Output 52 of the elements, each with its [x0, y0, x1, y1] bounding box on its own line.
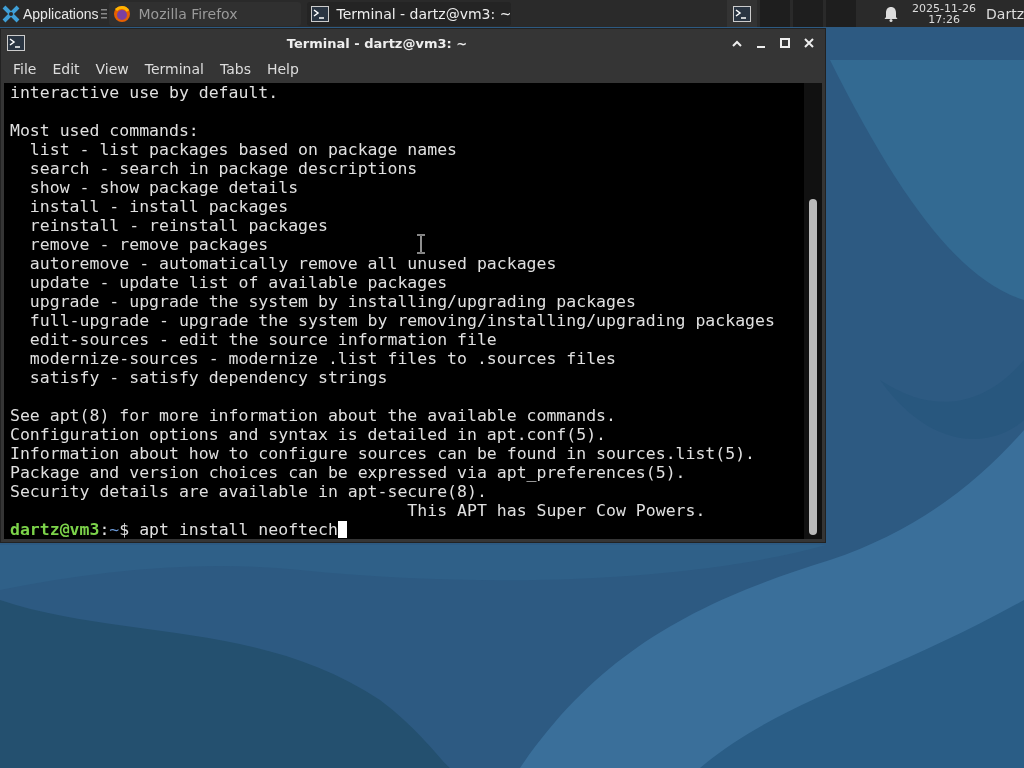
- scrollbar[interactable]: [804, 83, 822, 539]
- terminal-line: remove - remove packages: [28, 235, 269, 254]
- terminal-line: modernize-sources - modernize .list files to .sources files: [28, 349, 616, 368]
- close-icon[interactable]: [803, 37, 815, 49]
- terminal-icon: [310, 5, 329, 22]
- terminal-line: Most used commands:: [10, 121, 199, 140]
- terminal-icon: [7, 35, 25, 51]
- terminal-line: Security details are available in apt-secure(8).: [10, 482, 487, 501]
- taskbar-button[interactable]: Mozilla Firefox: [108, 1, 301, 26]
- menu-item[interactable]: Terminal: [136, 61, 212, 77]
- prompt-path: ~: [109, 520, 120, 539]
- terminal-icon: [733, 5, 752, 22]
- text-cursor-icon: [416, 234, 426, 254]
- terminal-line: edit-sources - edit the source information file: [28, 330, 497, 349]
- terminal-line: search - search in package descriptions: [28, 159, 418, 178]
- clock-time: 17:26: [928, 13, 960, 25]
- user-name[interactable]: Dartz: [986, 5, 1024, 22]
- terminal-line: Configuration options and syntax is detailed in apt.conf(5).: [10, 425, 607, 444]
- taskbar-button[interactable]: Terminal - dartz@vm3: ~: [306, 1, 511, 26]
- block-cursor: [337, 521, 347, 538]
- prompt-separator: :: [99, 520, 110, 539]
- command-text: apt install neoftech: [139, 520, 338, 539]
- scrollbar-thumb[interactable]: [809, 199, 817, 535]
- terminal-line: Information about how to configure sources can be found in sources.list(5).: [10, 444, 756, 463]
- browser-icon: [112, 4, 131, 23]
- maximize-icon[interactable]: [779, 37, 791, 49]
- applications-menu[interactable]: Applications: [0, 0, 101, 27]
- workspace-button[interactable]: [727, 0, 758, 27]
- menu-item[interactable]: Help: [258, 61, 307, 77]
- terminal-line: This APT has Super Cow Powers.: [406, 501, 706, 520]
- terminal-line: full-upgrade - upgrade the system by removing/installing/upgrading packages: [28, 311, 775, 330]
- terminal-line: show - show package details: [28, 178, 299, 197]
- menu-item[interactable]: Tabs: [211, 61, 259, 77]
- terminal-line: satisfy - satisfy dependency strings: [28, 368, 388, 387]
- terminal-line: upgrade - upgrade the system by installing/upgrading packages: [28, 292, 636, 311]
- menu-item[interactable]: View: [87, 61, 137, 77]
- terminal-line: Package and version choices can be expressed via apt_preferences(5).: [10, 463, 686, 482]
- terminal-line: update - update list of available packages: [28, 273, 448, 292]
- terminal-line: install - install packages: [28, 197, 289, 216]
- terminal-line: autoremove - automatically remove all unused packages: [28, 254, 557, 273]
- menu-item[interactable]: Edit: [44, 61, 88, 77]
- terminal-line: list - list packages based on package names: [28, 140, 458, 159]
- terminal-line: reinstall - reinstall packages: [28, 216, 328, 235]
- notification-bell-icon: [884, 5, 899, 22]
- clock-date: 2025-11-26: [912, 2, 977, 14]
- window-title: Terminal - dartz@vm3: ~: [285, 35, 469, 51]
- terminal-line: interactive use by default.: [10, 83, 279, 102]
- prompt-user-host: dartz@vm3: [10, 520, 100, 539]
- drag-handle-icon: [100, 6, 107, 21]
- terminal-line: See apt(8) for more information about the available commands.: [10, 406, 616, 425]
- menu-item[interactable]: File: [5, 61, 45, 77]
- prompt-symbol: $: [119, 520, 131, 539]
